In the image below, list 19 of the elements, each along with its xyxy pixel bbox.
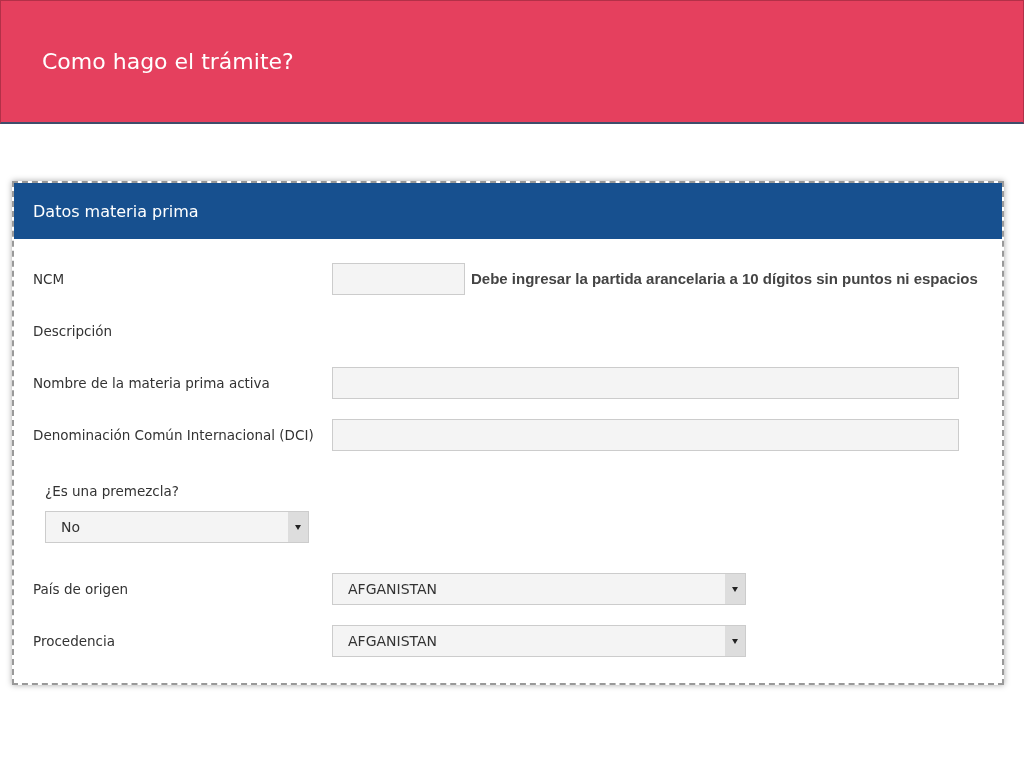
input-field[interactable] [332, 419, 959, 451]
dropdown[interactable]: AFGANISTAN [332, 573, 746, 606]
field-label: Nombre de la materia prima activa [33, 373, 271, 393]
dropdown[interactable]: No [45, 511, 309, 544]
input-field[interactable] [332, 367, 959, 399]
input-field[interactable] [332, 263, 465, 295]
field-label: Descripción [33, 321, 114, 341]
caret-icon [295, 524, 301, 530]
field-label: Procedencia [33, 632, 117, 652]
field-label: ¿Es una premezcla? [45, 482, 180, 501]
field-label: País de origen [33, 580, 130, 600]
caret-icon [732, 586, 738, 592]
field-label: NCM [33, 269, 66, 289]
field-label: Denominación Común Internacional (DCI) [33, 425, 315, 445]
dropdown[interactable]: AFGANISTAN [332, 625, 746, 658]
slide-title: Como hago el trámite? [42, 49, 295, 76]
hint-text: Debe ingresar la partida arancelaria a 10 dígitos sin puntos ni espacios [471, 268, 978, 289]
caret-icon [732, 638, 738, 644]
panel-title: Datos materia prima [33, 202, 199, 221]
